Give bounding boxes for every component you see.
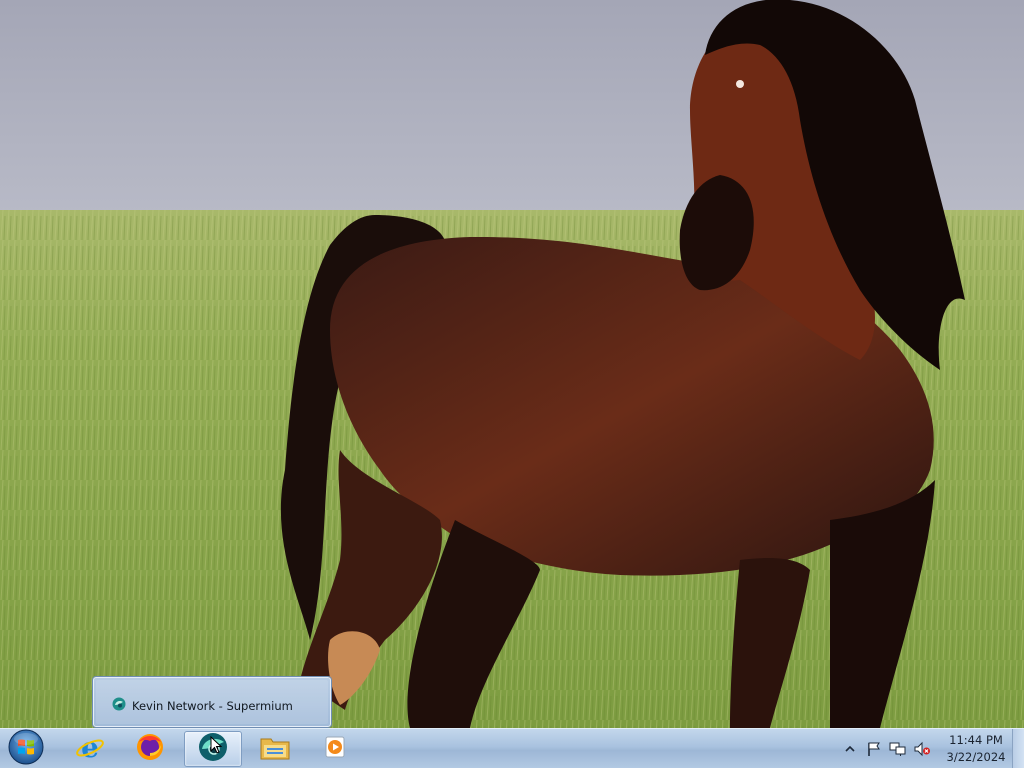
mouse-cursor-icon (210, 735, 223, 758)
thumbnail-title-row[interactable]: Kevin Network - Supermium (112, 696, 293, 715)
clock-date: 3/22/2024 (946, 750, 1006, 764)
firefox-icon (135, 732, 165, 766)
taskbar-button-firefox[interactable] (121, 731, 179, 767)
show-desktop-button[interactable] (1012, 729, 1024, 768)
wallpaper-image (0, 0, 1024, 768)
desktop[interactable]: Kevin Network - Supermium e 11:44 PM 3/2… (0, 0, 1024, 768)
volume-muted-icon[interactable] (913, 740, 931, 758)
media-player-icon (322, 734, 348, 764)
start-button[interactable] (6, 729, 46, 768)
svg-text:e: e (81, 732, 99, 762)
chevron-up-icon[interactable] (841, 740, 859, 758)
supermium-icon (112, 696, 126, 715)
taskbar-button-media-player[interactable] (306, 731, 364, 767)
clock-time: 11:44 PM (949, 733, 1003, 747)
ie-icon: e (75, 731, 105, 766)
action-center-flag-icon[interactable] (865, 740, 883, 758)
taskbar-button-supermium[interactable] (184, 731, 242, 767)
taskbar-thumbnail-popup[interactable]: Kevin Network - Supermium (93, 677, 331, 727)
taskbar: e 11:44 PM 3/22/2024 (0, 728, 1024, 768)
system-tray: 11:44 PM 3/22/2024 (838, 729, 1008, 768)
folder-icon (259, 733, 291, 765)
taskbar-clock[interactable]: 11:44 PM 3/22/2024 (944, 732, 1008, 766)
taskbar-button-internet-explorer[interactable]: e (61, 731, 119, 767)
windows-logo-icon (8, 729, 44, 768)
thumbnail-title: Kevin Network - Supermium (132, 698, 293, 713)
network-icon[interactable] (889, 740, 907, 758)
taskbar-button-file-explorer[interactable] (246, 731, 304, 767)
